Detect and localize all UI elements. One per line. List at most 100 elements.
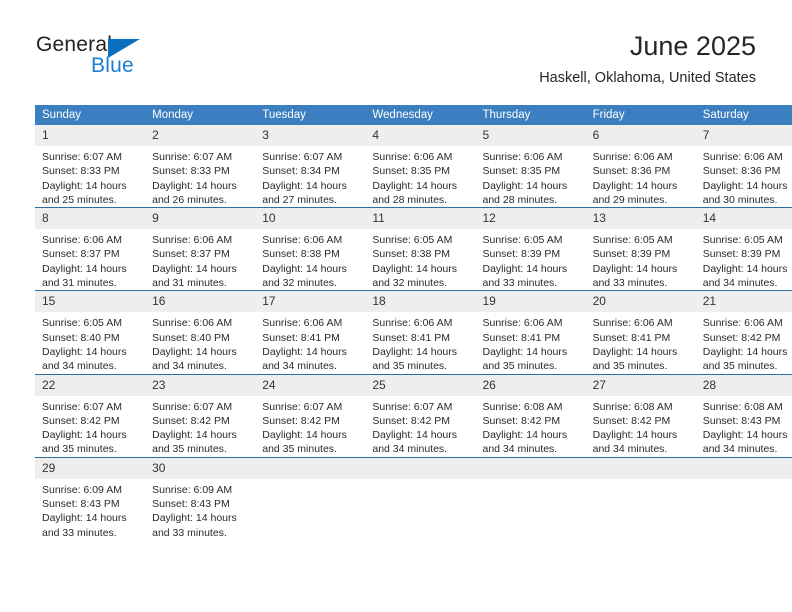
day-cell[interactable]: 11 Sunrise: 6:05 AM Sunset: 8:38 PM Dayl…: [365, 207, 476, 291]
day-details: Sunrise: 6:05 AM Sunset: 8:39 PM Dayligh…: [476, 229, 586, 290]
day-cell[interactable]: 26 Sunrise: 6:08 AM Sunset: 8:42 PM Dayl…: [475, 373, 586, 458]
sunrise-text: Sunrise: 6:06 AM: [702, 151, 783, 163]
daylight-text-line1: Daylight: 14 hours: [42, 345, 127, 358]
daylight-text-line1: Daylight: 14 hours: [482, 345, 568, 358]
weekday-header-wednesday: Wednesday: [365, 105, 476, 125]
sunrise-text: Sunrise: 6:06 AM: [262, 317, 343, 330]
day-cell[interactable]: 29 Sunrise: 6:09 AM Sunset: 8:43 PM Dayl…: [35, 456, 146, 540]
day-details: Sunrise: 6:07 AM Sunset: 8:33 PM Dayligh…: [145, 146, 255, 207]
day-cell[interactable]: 30 Sunrise: 6:09 AM Sunset: 8:43 PM Dayl…: [145, 456, 256, 540]
sunrise-text: Sunrise: 6:06 AM: [152, 234, 233, 247]
day-cell[interactable]: 9 Sunrise: 6:06 AM Sunset: 8:37 PM Dayli…: [145, 207, 256, 291]
sunrise-text: Sunrise: 6:06 AM: [42, 234, 122, 247]
sunset-text: Sunset: 8:41 PM: [592, 331, 671, 344]
day-cell[interactable]: 7 Sunrise: 6:06 AM Sunset: 8:36 PM Dayli…: [695, 125, 792, 208]
day-number: 5: [475, 125, 586, 146]
day-cell[interactable]: 17 Sunrise: 6:06 AM Sunset: 8:41 PM Dayl…: [255, 290, 366, 375]
sunset-text: Sunset: 8:40 PM: [152, 331, 230, 344]
week-row: 22 Sunrise: 6:07 AM Sunset: 8:42 PM Dayl…: [35, 373, 792, 458]
day-number: 13: [585, 208, 696, 230]
day-cell[interactable]: 24 Sunrise: 6:07 AM Sunset: 8:42 PM Dayl…: [255, 373, 366, 458]
daylight-text-line1: Daylight: 14 hours: [702, 262, 788, 275]
day-number: 3: [255, 125, 366, 146]
sunset-text: Sunset: 8:33 PM: [152, 165, 230, 178]
daylight-text-line1: Daylight: 14 hours: [152, 429, 237, 442]
day-cell[interactable]: 4 Sunrise: 6:06 AM Sunset: 8:35 PM Dayli…: [365, 125, 476, 208]
day-cell[interactable]: 15 Sunrise: 6:05 AM Sunset: 8:40 PM Dayl…: [35, 290, 146, 375]
day-number: 26: [475, 374, 586, 396]
day-cell[interactable]: 1 Sunrise: 6:07 AM Sunset: 8:33 PM Dayli…: [35, 125, 146, 208]
sunrise-text: Sunrise: 6:08 AM: [592, 400, 673, 413]
sunset-text: Sunset: 8:35 PM: [482, 165, 561, 178]
day-cell[interactable]: 27 Sunrise: 6:08 AM Sunset: 8:42 PM Dayl…: [585, 373, 696, 458]
day-cell[interactable]: 19 Sunrise: 6:06 AM Sunset: 8:41 PM Dayl…: [475, 290, 586, 375]
day-cell[interactable]: 25 Sunrise: 6:07 AM Sunset: 8:42 PM Dayl…: [365, 373, 476, 458]
day-number: 19: [475, 291, 586, 313]
daylight-text-line1: Daylight: 14 hours: [42, 179, 127, 192]
day-number: 18: [365, 291, 476, 313]
day-cell-empty: [365, 456, 476, 540]
day-cell[interactable]: 10 Sunrise: 6:06 AM Sunset: 8:38 PM Dayl…: [255, 207, 366, 291]
day-cell[interactable]: 23 Sunrise: 6:07 AM Sunset: 8:42 PM Dayl…: [145, 373, 256, 458]
day-details: Sunrise: 6:06 AM Sunset: 8:41 PM Dayligh…: [365, 312, 475, 373]
day-cell[interactable]: 8 Sunrise: 6:06 AM Sunset: 8:37 PM Dayli…: [35, 207, 146, 291]
sunrise-text: Sunrise: 6:05 AM: [702, 234, 783, 247]
sunrise-text: Sunrise: 6:07 AM: [372, 400, 453, 413]
daylight-text-line2: and 28 minutes.: [482, 193, 558, 206]
day-cell[interactable]: 20 Sunrise: 6:06 AM Sunset: 8:41 PM Dayl…: [585, 290, 696, 375]
day-cell[interactable]: 16 Sunrise: 6:06 AM Sunset: 8:40 PM Dayl…: [145, 290, 256, 375]
day-details: Sunrise: 6:05 AM Sunset: 8:39 PM Dayligh…: [586, 229, 696, 290]
general-blue-logo[interactable]: General Blue: [36, 33, 176, 85]
day-number: 24: [255, 374, 366, 396]
day-details: Sunrise: 6:06 AM Sunset: 8:35 PM Dayligh…: [365, 146, 475, 207]
sunrise-text: Sunrise: 6:06 AM: [262, 234, 343, 247]
daylight-text-line2: and 31 minutes.: [152, 277, 227, 290]
daylight-text-line1: Daylight: 14 hours: [592, 262, 678, 275]
sunrise-text: Sunrise: 6:08 AM: [482, 400, 563, 413]
week-row: 8 Sunrise: 6:06 AM Sunset: 8:37 PM Dayli…: [35, 207, 792, 291]
day-cell[interactable]: 3 Sunrise: 6:07 AM Sunset: 8:34 PM Dayli…: [255, 125, 366, 208]
sunset-text: Sunset: 8:40 PM: [42, 331, 120, 344]
daylight-text-line1: Daylight: 14 hours: [152, 512, 237, 525]
day-cell-empty: [255, 456, 366, 540]
weekday-header-thursday: Thursday: [475, 105, 586, 125]
day-cell[interactable]: 22 Sunrise: 6:07 AM Sunset: 8:42 PM Dayl…: [35, 373, 146, 458]
day-details: Sunrise: 6:06 AM Sunset: 8:40 PM Dayligh…: [145, 312, 255, 373]
sunset-text: Sunset: 8:39 PM: [702, 248, 781, 261]
daylight-text-line1: Daylight: 14 hours: [152, 262, 237, 275]
calendar-header-row: Sunday Monday Tuesday Wednesday Thursday…: [35, 105, 792, 125]
weekday-header-tuesday: Tuesday: [255, 105, 366, 125]
week-row: 29 Sunrise: 6:09 AM Sunset: 8:43 PM Dayl…: [35, 456, 792, 540]
daylight-text-line2: and 26 minutes.: [152, 193, 227, 206]
page-title: June 2025: [629, 31, 756, 61]
day-cell[interactable]: 5 Sunrise: 6:06 AM Sunset: 8:35 PM Dayli…: [475, 125, 586, 208]
daylight-text-line1: Daylight: 14 hours: [262, 429, 347, 442]
day-number: 17: [255, 291, 366, 313]
calendar-page: General Blue June 2025 Haskell, Oklahoma…: [0, 0, 792, 612]
day-number: 20: [585, 291, 696, 313]
daylight-text-line2: and 34 minutes.: [702, 277, 778, 290]
sunset-text: Sunset: 8:42 PM: [592, 414, 671, 427]
weekday-header-sunday: Sunday: [35, 105, 146, 125]
day-number: 12: [475, 208, 586, 230]
day-number: 10: [255, 208, 366, 230]
logo-text-blue: Blue: [91, 54, 134, 77]
daylight-text-line2: and 34 minutes.: [372, 443, 448, 456]
day-cell[interactable]: 28 Sunrise: 6:08 AM Sunset: 8:43 PM Dayl…: [695, 373, 792, 458]
day-cell[interactable]: 6 Sunrise: 6:06 AM Sunset: 8:36 PM Dayli…: [585, 125, 696, 208]
day-cell[interactable]: 21 Sunrise: 6:06 AM Sunset: 8:42 PM Dayl…: [695, 290, 792, 375]
sunrise-text: Sunrise: 6:06 AM: [592, 151, 673, 163]
calendar-table: Sunday Monday Tuesday Wednesday Thursday…: [35, 105, 792, 540]
sunset-text: Sunset: 8:42 PM: [702, 331, 781, 344]
day-details: Sunrise: 6:06 AM Sunset: 8:38 PM Dayligh…: [255, 229, 365, 290]
day-number: [255, 457, 366, 479]
daylight-text-line2: and 34 minutes.: [702, 443, 778, 456]
daylight-text-line2: and 34 minutes.: [592, 443, 668, 456]
day-cell[interactable]: 14 Sunrise: 6:05 AM Sunset: 8:39 PM Dayl…: [695, 207, 792, 291]
day-cell[interactable]: 13 Sunrise: 6:05 AM Sunset: 8:39 PM Dayl…: [585, 207, 696, 291]
sunset-text: Sunset: 8:42 PM: [42, 414, 120, 427]
daylight-text-line1: Daylight: 14 hours: [592, 345, 678, 358]
day-cell[interactable]: 12 Sunrise: 6:05 AM Sunset: 8:39 PM Dayl…: [475, 207, 586, 291]
day-cell[interactable]: 2 Sunrise: 6:07 AM Sunset: 8:33 PM Dayli…: [145, 125, 256, 208]
day-cell[interactable]: 18 Sunrise: 6:06 AM Sunset: 8:41 PM Dayl…: [365, 290, 476, 375]
